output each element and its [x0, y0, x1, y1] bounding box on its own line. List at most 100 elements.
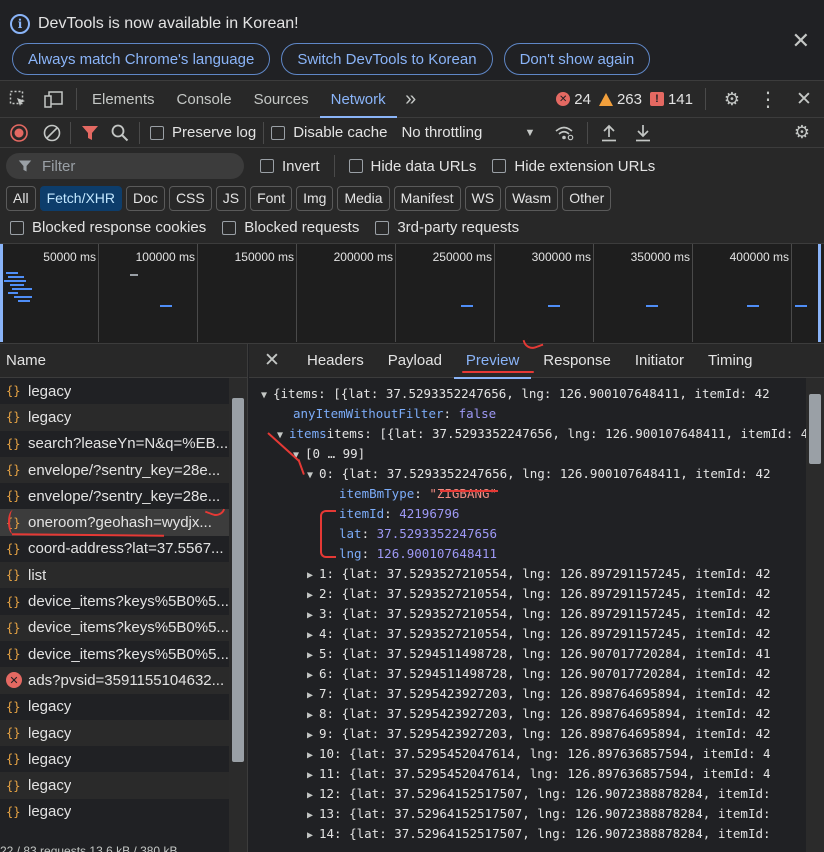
- tab-initiator[interactable]: Initiator: [623, 344, 696, 378]
- request-row[interactable]: {} legacy: [0, 799, 229, 825]
- tab-response[interactable]: Response: [531, 344, 623, 378]
- tab-sources[interactable]: Sources: [243, 81, 320, 117]
- inspect-element-icon[interactable]: [0, 81, 36, 117]
- request-name: ads?pvsid=3591155104632...: [28, 671, 225, 689]
- request-row[interactable]: {} legacy: [0, 719, 229, 747]
- close-devtools-icon[interactable]: ✕: [790, 81, 818, 117]
- request-row[interactable]: {} search?leaseYn=N&q=%EB...: [0, 431, 229, 457]
- tree-node-item-0[interactable]: ▼ 0: {lat: 37.5293352247656, lng: 126.900…: [249, 464, 806, 484]
- request-row[interactable]: {} list: [0, 562, 229, 589]
- tab-timing[interactable]: Timing: [696, 344, 764, 378]
- tree-node-item[interactable]: ▶ 14: {lat: 37.52964152517507, lng: 126.9…: [249, 824, 806, 844]
- request-row[interactable]: ✕ ads?pvsid=3591155104632...: [0, 667, 229, 694]
- type-font[interactable]: Font: [250, 185, 293, 211]
- request-row[interactable]: {} legacy: [0, 378, 229, 404]
- device-toolbar-icon[interactable]: [36, 81, 72, 117]
- throttling-select[interactable]: No throttling ▼: [401, 124, 535, 141]
- xhr-icon: {}: [6, 647, 21, 662]
- tree-node-item[interactable]: ▶ 6: {lat: 37.5294511498728, lng: 126.907…: [249, 664, 806, 684]
- match-language-button[interactable]: Always match Chrome's language: [12, 43, 271, 75]
- tab-payload[interactable]: Payload: [376, 344, 454, 378]
- tree-node-item[interactable]: ▶ 12: {lat: 37.52964152517507, lng: 126.9…: [249, 784, 806, 804]
- tree-node-item[interactable]: ▶ 7: {lat: 37.5295423927203, lng: 126.898…: [249, 684, 806, 704]
- filter-funnel-icon[interactable]: [75, 115, 105, 151]
- request-row[interactable]: {} legacy: [0, 746, 229, 772]
- request-row[interactable]: {} coord-address?lat=37.5567...: [0, 536, 229, 562]
- tab-console[interactable]: Console: [166, 81, 243, 117]
- expand-arrow-icon: ▶: [307, 730, 314, 741]
- tree-node-item[interactable]: ▶ 1: {lat: 37.5293527210554, lng: 126.897…: [249, 564, 806, 584]
- request-list-scrollbar[interactable]: [229, 378, 247, 852]
- request-row[interactable]: {} envelope/?sentry_key=28e...: [0, 456, 229, 484]
- type-doc[interactable]: Doc: [126, 185, 165, 211]
- request-row[interactable]: {} device_items?keys%5B0%5...: [0, 614, 229, 641]
- type-all[interactable]: All: [6, 185, 36, 211]
- invert-checkbox[interactable]: Invert: [260, 158, 320, 175]
- warning-count[interactable]: 263: [598, 91, 642, 108]
- type-img[interactable]: Img: [296, 185, 334, 211]
- clear-icon[interactable]: [38, 115, 66, 151]
- request-row[interactable]: {} legacy: [0, 772, 229, 799]
- error-count[interactable]: ✕ 24: [556, 91, 591, 108]
- type-wasm[interactable]: Wasm: [505, 185, 559, 211]
- request-row[interactable]: {} envelope/?sentry_key=28e...: [0, 483, 229, 509]
- type-fetch-xhr[interactable]: Fetch/XHR: [39, 185, 123, 211]
- tree-node-item[interactable]: ▶ 8: {lat: 37.5295423927203, lng: 126.898…: [249, 704, 806, 724]
- switch-korean-button[interactable]: Switch DevTools to Korean: [281, 43, 493, 75]
- blocked-requests-checkbox[interactable]: Blocked requests: [222, 219, 359, 236]
- import-har-icon[interactable]: [592, 115, 626, 151]
- third-party-checkbox[interactable]: 3rd-party requests: [375, 219, 519, 236]
- hide-extension-urls-checkbox[interactable]: Hide extension URLs: [492, 158, 655, 175]
- request-row[interactable]: {} legacy: [0, 694, 229, 720]
- xhr-icon: {}: [6, 541, 21, 556]
- tab-headers[interactable]: Headers: [295, 344, 376, 378]
- more-tabs-icon[interactable]: »: [397, 81, 425, 117]
- tree-node-item[interactable]: ▶ 5: {lat: 37.5294511498728, lng: 126.907…: [249, 644, 806, 664]
- tree-node-item[interactable]: ▶ 4: {lat: 37.5293527210554, lng: 126.897…: [249, 624, 806, 644]
- overview-handle-left[interactable]: [0, 244, 3, 342]
- blocked-cookies-checkbox[interactable]: Blocked response cookies: [10, 219, 206, 236]
- network-conditions-icon[interactable]: [545, 115, 583, 151]
- overview-handle-right[interactable]: [818, 244, 821, 342]
- type-media[interactable]: Media: [337, 185, 390, 211]
- preview-scrollbar[interactable]: [806, 378, 824, 852]
- type-manifest[interactable]: Manifest: [393, 185, 461, 211]
- issue-count[interactable]: ! 141: [649, 91, 693, 108]
- tree-node-item[interactable]: ▶ 10: {lat: 37.5295452047614, lng: 126.89…: [249, 744, 806, 764]
- preserve-log-checkbox[interactable]: Preserve log: [150, 124, 256, 141]
- tree-node-item[interactable]: ▶ 11: {lat: 37.5295452047614, lng: 126.89…: [249, 764, 806, 784]
- type-other[interactable]: Other: [562, 185, 612, 211]
- gear-icon[interactable]: ⚙: [718, 81, 746, 117]
- disable-cache-checkbox[interactable]: Disable cache: [271, 124, 387, 141]
- record-icon[interactable]: [0, 115, 38, 151]
- export-har-icon[interactable]: [626, 115, 660, 151]
- dont-show-again-button[interactable]: Don't show again: [503, 43, 651, 75]
- kebab-menu-icon[interactable]: ⋮: [754, 81, 782, 117]
- tree-node-item[interactable]: ▶ 9: {lat: 37.5295423927203, lng: 126.898…: [249, 724, 806, 744]
- filter-input[interactable]: Filter: [6, 153, 244, 179]
- tree-node-items[interactable]: ▼ itemsitems: [{lat: 37.5293352247656, ln…: [249, 424, 806, 444]
- request-row[interactable]: {} legacy: [0, 404, 229, 431]
- request-row[interactable]: {} device_items?keys%5B0%5...: [0, 641, 229, 667]
- request-row[interactable]: {} device_items?keys%5B0%5...: [0, 588, 229, 614]
- timeline-overview[interactable]: 50000 ms 100000 ms 150000 ms 200000 ms 2…: [0, 244, 824, 344]
- name-column-header[interactable]: Name: [0, 344, 247, 378]
- tree-node-item[interactable]: ▶ 2: {lat: 37.5293527210554, lng: 126.897…: [249, 584, 806, 604]
- tab-elements[interactable]: Elements: [81, 81, 166, 117]
- tab-network[interactable]: Network: [319, 81, 397, 118]
- tree-node-item[interactable]: ▶ 3: {lat: 37.5293527210554, lng: 126.897…: [249, 604, 806, 624]
- tree-node-range[interactable]: ▼ [0 … 99]: [249, 444, 806, 464]
- network-settings-icon[interactable]: ⚙: [780, 115, 824, 151]
- type-js[interactable]: JS: [215, 185, 247, 211]
- tree-node-root[interactable]: ▼ {items: [{lat: 37.5293352247656, lng: 1…: [249, 384, 806, 404]
- type-ws[interactable]: WS: [464, 185, 502, 211]
- request-row[interactable]: {} oneroom?geohash=wydjx...: [0, 509, 229, 536]
- close-detail-icon[interactable]: ✕: [249, 343, 295, 379]
- type-css[interactable]: CSS: [168, 185, 212, 211]
- scrollbar-thumb[interactable]: [232, 398, 244, 762]
- search-icon[interactable]: [105, 115, 135, 151]
- close-icon[interactable]: ✕: [792, 28, 810, 54]
- scrollbar-thumb[interactable]: [809, 394, 821, 464]
- hide-data-urls-checkbox[interactable]: Hide data URLs: [348, 158, 476, 175]
- tree-node-item[interactable]: ▶ 13: {lat: 37.52964152517507, lng: 126.9…: [249, 804, 806, 824]
